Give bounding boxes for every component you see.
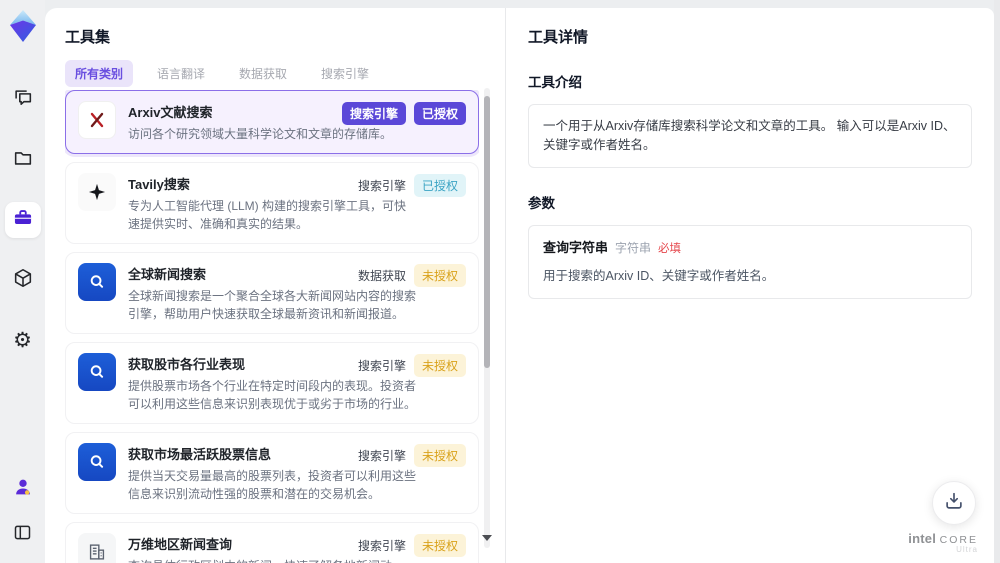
app-sidebar: ⚙ bbox=[0, 0, 45, 563]
param-card: 查询字符串 字符串 必填 用于搜索的Arxiv ID、关键字或作者姓名。 bbox=[528, 224, 972, 299]
app-logo-icon bbox=[7, 8, 39, 44]
param-name: 查询字符串 bbox=[543, 239, 609, 255]
gear-icon: ⚙ bbox=[13, 328, 32, 352]
status-badge: 已授权 bbox=[413, 102, 466, 125]
tab-search-engine[interactable]: 搜索引擎 bbox=[311, 60, 379, 87]
download-icon bbox=[943, 490, 965, 517]
tool-description: 全球新闻搜索是一个聚合全球各大新闻网站内容的搜索引擎，帮助用户快速获取全球最新资… bbox=[128, 289, 417, 321]
user-avatar[interactable] bbox=[5, 471, 41, 507]
sidebar-item-settings[interactable]: ⚙ bbox=[5, 322, 41, 358]
tool-card-tavily[interactable]: Tavily搜索 专为人工智能代理 (LLM) 构建的搜索引擎工具，可快速提供实… bbox=[65, 162, 479, 244]
tool-details-pane: 工具详情 工具介绍 一个用于从Arxiv存储库搜索科学论文和文章的工具。 输入可… bbox=[505, 8, 994, 563]
list-scrollbar-thumb[interactable] bbox=[484, 96, 490, 368]
sidebar-item-models[interactable] bbox=[5, 262, 41, 298]
category-badge: 搜索引擎 bbox=[341, 102, 406, 125]
param-description: 用于搜索的Arxiv ID、关键字或作者姓名。 bbox=[543, 268, 775, 283]
category-tabs: 所有类别 语言翻译 数据获取 搜索引擎 bbox=[65, 60, 379, 87]
sidebar-item-toolset[interactable] bbox=[4, 202, 41, 238]
param-type: 字符串 bbox=[615, 240, 652, 255]
tool-card-stock-sectors[interactable]: 获取股市各行业表现 提供股票市场各个行业在特定时间段内的表现。投资者可以利用这些… bbox=[65, 342, 479, 424]
tab-all-categories[interactable]: 所有类别 bbox=[65, 60, 134, 87]
main-panel: 工具集 所有类别 语言翻译 数据获取 搜索引擎 Arxiv文献搜索 访问各个研究… bbox=[45, 8, 994, 563]
status-badge: 未授权 bbox=[413, 444, 466, 467]
news-search-icon bbox=[78, 263, 116, 301]
cube-icon bbox=[12, 267, 34, 294]
category-label: 搜索引擎 bbox=[357, 539, 406, 553]
details-title: 工具详情 bbox=[528, 29, 589, 46]
brand-core-text: CORE bbox=[939, 533, 978, 546]
toolbox-icon bbox=[12, 207, 34, 234]
tavily-star-icon bbox=[78, 173, 116, 211]
intel-core-logo: intel CORE Ultra bbox=[908, 530, 978, 555]
tool-description: 提供当天交易量最高的股票列表，投资者可以利用这些信息来识别流动性强的股票和潜在的… bbox=[128, 469, 417, 501]
download-button[interactable] bbox=[932, 481, 976, 525]
stock-search-icon bbox=[78, 353, 116, 391]
tool-list: Arxiv文献搜索 访问各个研究领域大量科学论文和文章的存储库。 搜索引擎 已授… bbox=[65, 90, 479, 563]
tool-description: 提供股票市场各个行业在特定时间段内的表现。投资者可以利用这些信息来识别表现优于或… bbox=[128, 379, 417, 411]
collapse-sidebar-button[interactable] bbox=[5, 517, 41, 553]
toolset-pane: 工具集 所有类别 语言翻译 数据获取 搜索引擎 Arxiv文献搜索 访问各个研究… bbox=[45, 8, 505, 563]
category-label: 数据获取 bbox=[357, 269, 406, 283]
sidebar-item-files[interactable] bbox=[5, 142, 41, 178]
category-label: 搜索引擎 bbox=[357, 449, 406, 463]
user-icon bbox=[12, 476, 34, 503]
params-section-header: 参数 bbox=[528, 195, 555, 211]
brand-intel-text: intel bbox=[908, 530, 937, 546]
param-required-badge: 必填 bbox=[658, 242, 682, 255]
tool-card-regional-news[interactable]: 万维地区新闻查询 查询具体行政区划内的新闻，快速了解各地新闻动 搜索引擎 未授权 bbox=[65, 522, 479, 563]
tool-card-global-news[interactable]: 全球新闻搜索 全球新闻搜索是一个聚合全球各大新闻网站内容的搜索引擎，帮助用户快速… bbox=[65, 252, 479, 334]
tool-intro-text: 一个用于从Arxiv存储库搜索科学论文和文章的工具。 输入可以是Arxiv ID… bbox=[528, 104, 972, 168]
tab-translation[interactable]: 语言翻译 bbox=[147, 60, 215, 87]
intro-section-header: 工具介绍 bbox=[528, 75, 582, 90]
collapse-panel-icon bbox=[12, 522, 33, 548]
building-icon bbox=[78, 533, 116, 563]
tool-description: 访问各个研究领域大量科学论文和文章的存储库。 bbox=[128, 127, 393, 141]
chat-icon bbox=[12, 87, 34, 114]
stock-search-icon bbox=[78, 443, 116, 481]
tool-card-arxiv[interactable]: Arxiv文献搜索 访问各个研究领域大量科学论文和文章的存储库。 搜索引擎 已授… bbox=[65, 90, 479, 154]
tool-description: 专为人工智能代理 (LLM) 构建的搜索引擎工具，可快速提供实时、准确和真实的结… bbox=[128, 199, 407, 231]
folder-icon bbox=[12, 147, 34, 174]
scroll-down-arrow-icon[interactable] bbox=[482, 535, 492, 541]
page-title: 工具集 bbox=[65, 29, 111, 46]
brand-sub-text: Ultra bbox=[956, 545, 978, 555]
tab-data-fetch[interactable]: 数据获取 bbox=[229, 60, 297, 87]
category-label: 搜索引擎 bbox=[357, 179, 406, 193]
list-scrollbar[interactable] bbox=[484, 88, 490, 548]
category-label: 搜索引擎 bbox=[357, 359, 406, 373]
arxiv-icon bbox=[78, 101, 116, 139]
sidebar-item-chat[interactable] bbox=[5, 82, 41, 118]
tool-card-active-stocks[interactable]: 获取市场最活跃股票信息 提供当天交易量最高的股票列表，投资者可以利用这些信息来识… bbox=[65, 432, 479, 514]
status-badge: 未授权 bbox=[413, 264, 466, 287]
status-badge: 未授权 bbox=[413, 354, 466, 377]
window-scrollbar[interactable] bbox=[994, 0, 1000, 563]
status-badge: 已授权 bbox=[413, 174, 466, 197]
tool-description: 查询具体行政区划内的新闻，快速了解各地新闻动 bbox=[128, 557, 416, 563]
status-badge: 未授权 bbox=[413, 534, 466, 557]
